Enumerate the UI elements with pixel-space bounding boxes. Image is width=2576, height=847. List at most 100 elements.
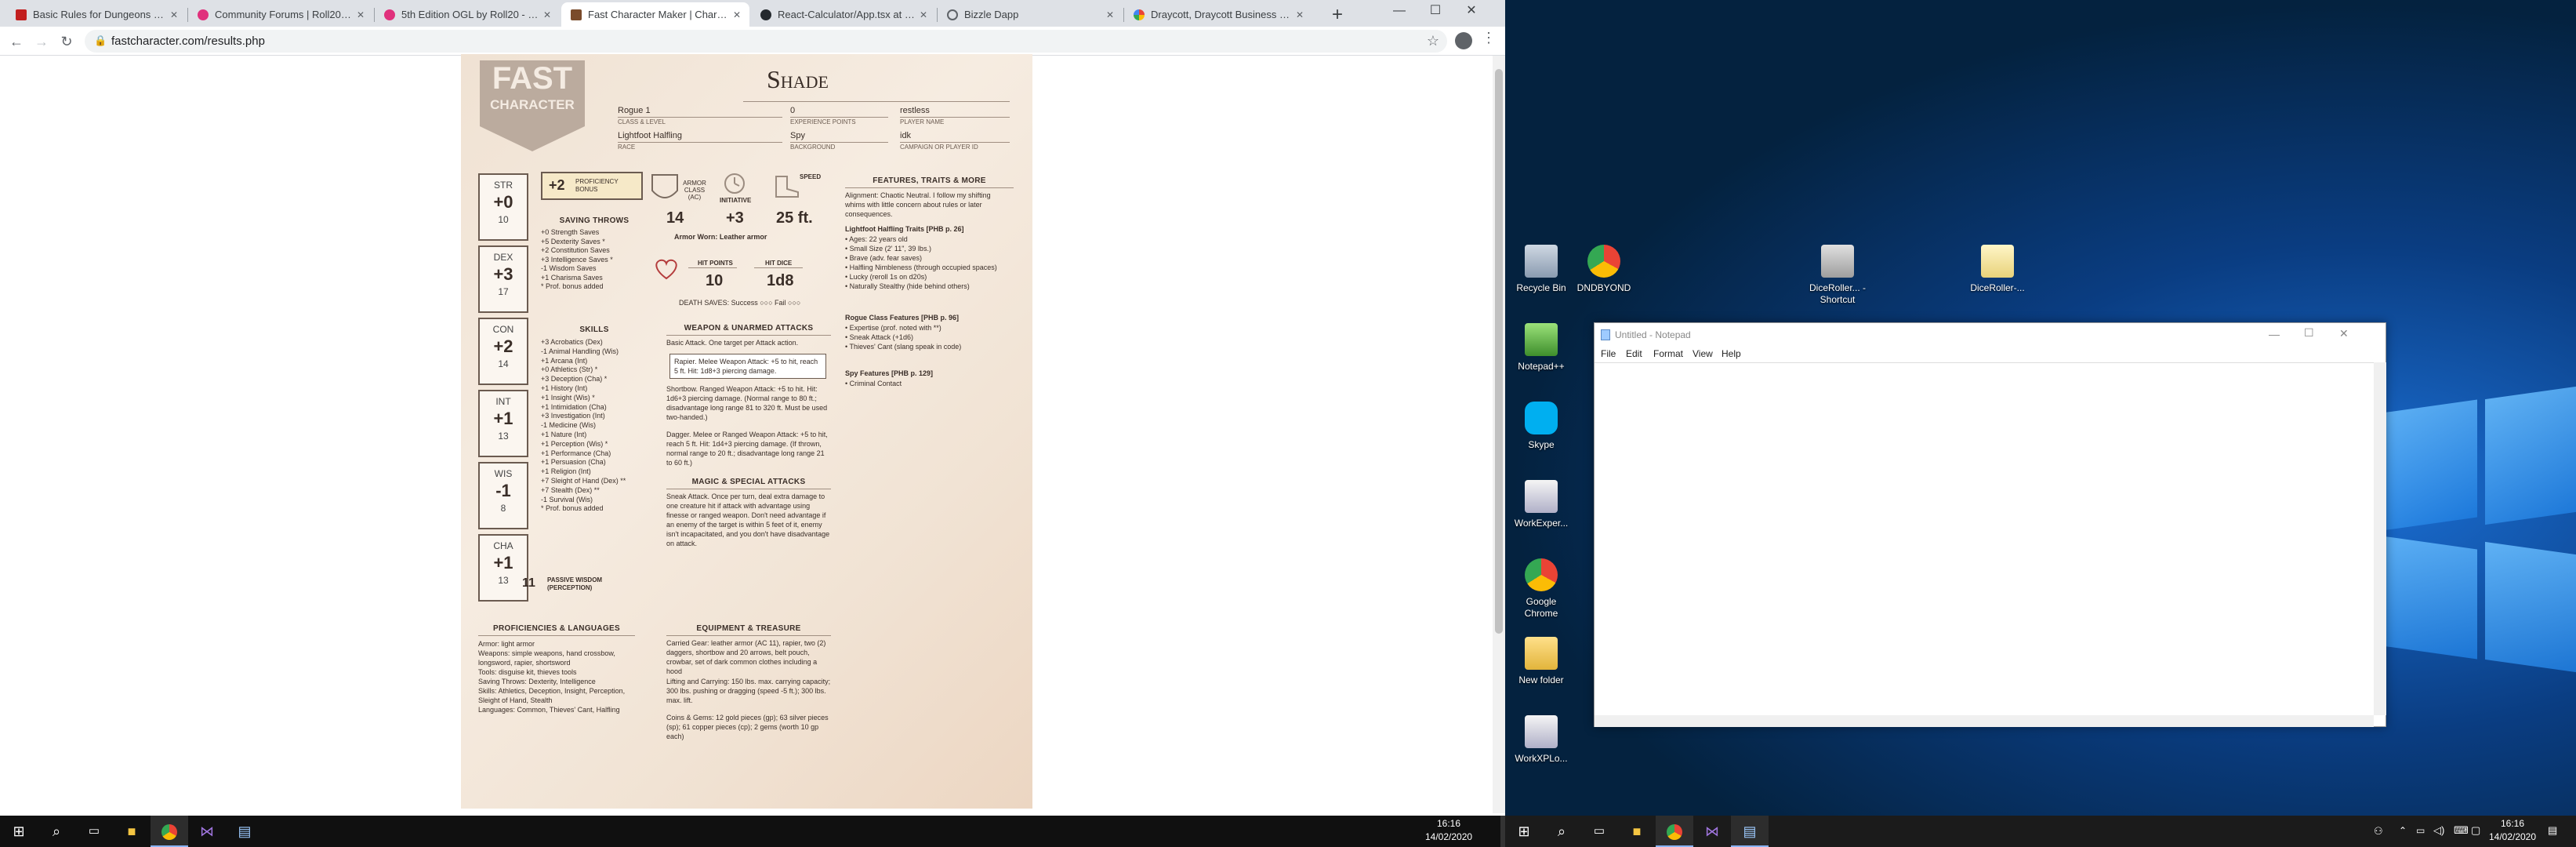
minimize-button[interactable]: — xyxy=(1381,0,1417,24)
taskbar-clock-right[interactable]: 16:16 14/02/2020 xyxy=(2485,817,2540,844)
task-view-icon[interactable]: ▭ xyxy=(75,816,113,847)
tab-roll20-forums[interactable]: Community Forums | Roll20: Onl...✕ xyxy=(188,2,373,27)
ability-str: STR +0 10 xyxy=(478,173,528,241)
notepad-taskbar-icon[interactable]: ▤ xyxy=(226,816,263,847)
saving-throws-list: +0 Strength Saves +5 Dexterity Saves * +2 … xyxy=(541,228,643,292)
notepad-maximize-button[interactable]: ☐ xyxy=(2304,326,2314,340)
tab-draycott[interactable]: Draycott, Draycott Business Park...✕ xyxy=(1124,2,1312,27)
task-view-icon[interactable]: ▭ xyxy=(1580,816,1618,847)
desktop-icon-new-folder[interactable]: New folder xyxy=(1511,637,1571,686)
ability-wis: WIS -1 8 xyxy=(478,462,528,529)
tab-fast-character[interactable]: Fast Character Maker | Characte... ✕ xyxy=(561,2,749,27)
desktop-icon-dndbyond[interactable]: DNDBYOND xyxy=(1574,245,1634,294)
notepad-app-icon xyxy=(1601,329,1610,340)
ability-int: INT +1 13 xyxy=(478,390,528,457)
people-icon[interactable]: ⚇ xyxy=(2374,825,2383,838)
reload-icon[interactable]: ↻ xyxy=(56,31,77,52)
github-favicon-icon xyxy=(760,9,771,20)
tab-close-icon[interactable]: ✕ xyxy=(166,9,182,20)
basic-attack-text: Basic Attack. One target per Attack acti… xyxy=(666,339,799,347)
roll20-favicon-icon xyxy=(198,9,209,20)
notepad-text-area[interactable] xyxy=(1595,362,2374,715)
globe-favicon-icon xyxy=(947,9,958,20)
tab-close-icon[interactable]: ✕ xyxy=(916,9,931,20)
kebab-menu-icon[interactable]: ⋮ xyxy=(1482,30,1496,46)
tab-close-icon[interactable]: ✕ xyxy=(353,9,368,20)
chrome-taskbar-icon[interactable] xyxy=(151,816,188,847)
network-icon[interactable]: ▭ xyxy=(2416,825,2425,836)
tab-basic-rules[interactable]: Basic Rules for Dungeons and D...✕ xyxy=(6,2,187,27)
action-center-icon[interactable]: ▢ xyxy=(2471,824,2480,837)
speed-label: SPEED xyxy=(800,173,822,180)
taskbar-clock-left[interactable]: 16:16 14/02/2020 xyxy=(1425,817,1472,844)
menu-view[interactable]: View xyxy=(1693,348,1713,359)
back-icon[interactable]: ← xyxy=(6,31,27,52)
desktop-icon-diceroller[interactable]: DiceRoller-... xyxy=(1968,245,2027,294)
file-explorer-icon[interactable]: ■ xyxy=(113,816,151,847)
new-tab-button[interactable]: + xyxy=(1326,4,1348,26)
search-icon[interactable]: ⌕ xyxy=(1543,816,1580,847)
skill-item: * Prof. bonus added xyxy=(541,504,604,513)
forward-icon[interactable]: → xyxy=(31,31,52,52)
notepad-vertical-scrollbar[interactable] xyxy=(2374,362,2386,715)
saving-throw-item: +0 Strength Saves xyxy=(541,228,600,236)
tab-close-icon[interactable]: ✕ xyxy=(729,9,745,20)
passive-perception-value: 11 xyxy=(522,576,535,590)
desktop-icon-notepadpp[interactable]: Notepad++ xyxy=(1511,323,1571,373)
windows-start-icon[interactable]: ⊞ xyxy=(1505,816,1543,847)
address-bar[interactable]: 🔒 fastcharacter.com/results.php ☆ xyxy=(85,30,1447,53)
document-icon xyxy=(1981,245,2014,278)
keyboard-icon[interactable]: ⌨ xyxy=(2454,824,2469,837)
fast-character-favicon-icon xyxy=(571,9,582,20)
menu-edit[interactable]: Edit xyxy=(1626,348,1642,359)
notepad-close-button[interactable]: ✕ xyxy=(2339,327,2349,340)
chrome-taskbar-icon[interactable] xyxy=(1656,816,1693,847)
visual-studio-icon[interactable]: ⋈ xyxy=(1693,816,1731,847)
desktop-icon-diceroller-shortcut[interactable]: DiceRoller... - Shortcut xyxy=(1808,245,1867,306)
folder-icon xyxy=(1525,637,1558,670)
desktop-icon-workxplo[interactable]: WorkXPLo... xyxy=(1511,715,1571,765)
menu-help[interactable]: Help xyxy=(1722,348,1741,359)
ability-cha: CHA +1 13 xyxy=(478,534,528,602)
taskbar-left: ⊞ ⌕ ▭ ■ ⋈ ▤ 16:16 14/02/2020 xyxy=(0,816,1505,847)
scroll-thumb[interactable] xyxy=(1495,69,1503,634)
rapier-attack-text: Rapier. Melee Weapon Attack: +5 to hit, … xyxy=(669,354,826,379)
menu-format[interactable]: Format xyxy=(1653,348,1683,359)
tab-bizzle-dapp[interactable]: Bizzle Dapp ✕ xyxy=(938,2,1123,27)
file-explorer-icon[interactable]: ■ xyxy=(1618,816,1656,847)
tab-close-icon[interactable]: ✕ xyxy=(539,9,555,20)
desktop-icon-recycle-bin[interactable]: Recycle Bin xyxy=(1511,245,1571,294)
bookmark-star-icon[interactable]: ☆ xyxy=(1427,33,1439,49)
tab-roll20-ogl[interactable]: 5th Edition OGL by Roll20 - Roll... ✕ xyxy=(375,2,560,27)
desktop-icon-google-chrome[interactable]: Google Chrome xyxy=(1511,558,1571,620)
tab-close-icon[interactable]: ✕ xyxy=(1102,9,1118,20)
tab-github[interactable]: React-Calculator/App.tsx at mast...✕ xyxy=(751,2,936,27)
desktop-icon-workexper[interactable]: WorkExper... xyxy=(1511,480,1571,529)
notepad-titlebar[interactable]: Untitled - Notepad — ☐ ✕ xyxy=(1595,323,2386,347)
visual-studio-icon[interactable]: ⋈ xyxy=(188,816,226,847)
armor-class-value: 14 xyxy=(666,209,684,227)
background-label: BACKGROUND xyxy=(790,144,836,151)
menu-file[interactable]: File xyxy=(1601,348,1616,359)
notifications-icon[interactable]: ▤ xyxy=(2548,824,2557,837)
close-button[interactable]: ✕ xyxy=(1453,0,1489,24)
notepad-minimize-button[interactable]: — xyxy=(2269,328,2280,340)
spy-features-list: • Criminal Contact xyxy=(845,379,1006,388)
tab-close-icon[interactable]: ✕ xyxy=(1292,9,1308,20)
volume-icon[interactable]: ◁) xyxy=(2433,824,2444,837)
rogue-feature-item: • Sneak Attack (+1d6) xyxy=(845,333,913,341)
notepad-taskbar-icon[interactable]: ▤ xyxy=(1731,816,1769,847)
windows-start-icon[interactable]: ⊞ xyxy=(0,816,38,847)
search-icon[interactable]: ⌕ xyxy=(38,816,75,847)
maximize-button[interactable]: ☐ xyxy=(1417,0,1453,24)
desktop-icon-skype[interactable]: Skype xyxy=(1511,402,1571,451)
notepad-horizontal-scrollbar[interactable] xyxy=(1595,715,2374,727)
proficiencies-title: PROFICIENCIES & LANGUAGES xyxy=(493,624,620,633)
halfling-trait-item: • Lucky (reroll 1s on d20s) xyxy=(845,273,927,281)
profile-avatar[interactable] xyxy=(1455,32,1472,49)
chevron-up-icon[interactable]: ⌃ xyxy=(2399,825,2407,836)
class-level-label: CLASS & LEVEL xyxy=(618,118,666,125)
proficiency-item: Armor: light armor xyxy=(478,640,535,648)
notepad-window: Untitled - Notepad — ☐ ✕ File Edit Forma… xyxy=(1594,322,2386,727)
logo-fast: FAST xyxy=(492,61,572,96)
